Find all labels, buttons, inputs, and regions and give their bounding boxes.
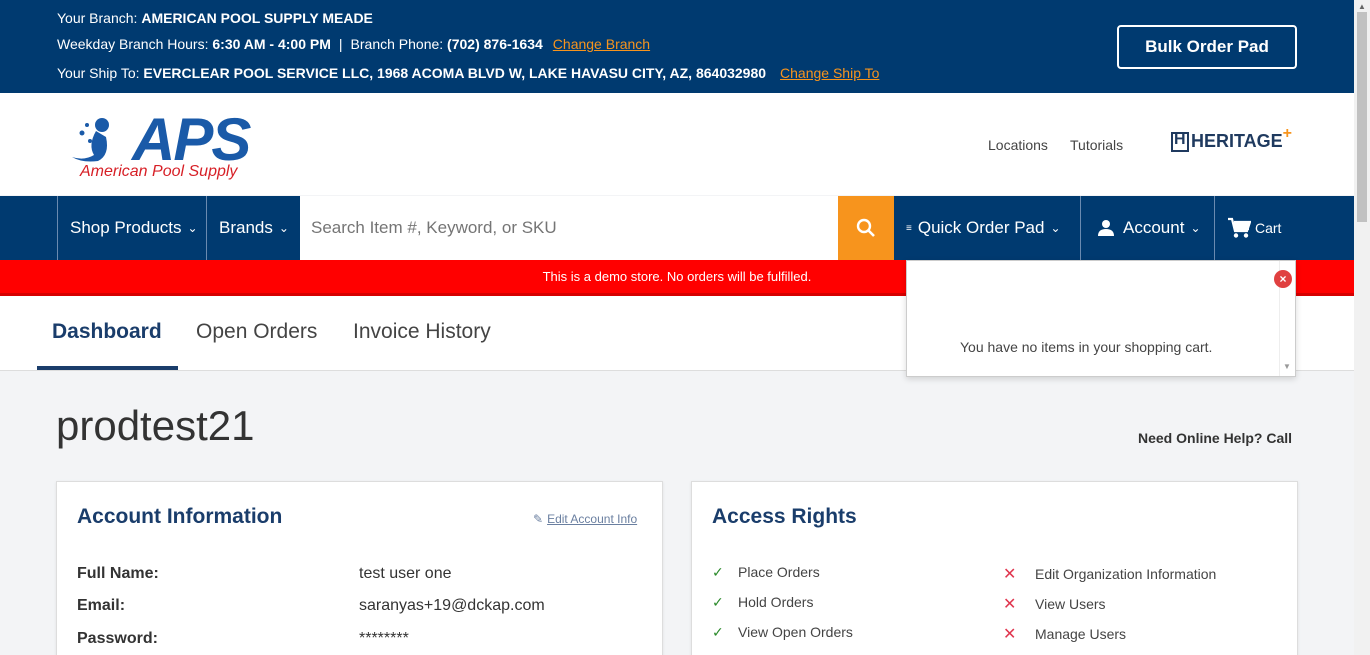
edit-account-info-link[interactable]: ✎ Edit Account Info <box>533 512 637 526</box>
checkmark-icon: ✓ <box>712 564 724 580</box>
access-right-denied: ✕ Manage Users <box>1003 624 1126 644</box>
chevron-down-icon: ⌄ <box>1190 221 1201 235</box>
cart-button[interactable]: Cart <box>1214 196 1297 260</box>
access-right-label: View Users <box>1035 596 1106 612</box>
checkmark-icon: ✓ <box>712 594 724 610</box>
shop-products-menu[interactable]: Shop Products ⌄ <box>57 196 207 260</box>
list-icon: ≡ <box>906 222 912 234</box>
email-value: saranyas+19@dckap.com <box>359 597 545 614</box>
heritage-h-icon <box>1171 131 1189 152</box>
hours-line: Weekday Branch Hours: 6:30 AM - 4:00 PM |… <box>57 36 650 52</box>
search-input[interactable] <box>300 196 838 260</box>
change-ship-to-link[interactable]: Change Ship To <box>780 65 879 81</box>
user-icon <box>1098 220 1114 236</box>
shop-products-label: Shop Products <box>70 218 182 237</box>
access-right-granted: ✓ Hold Orders <box>712 594 813 611</box>
brands-label: Brands <box>219 218 273 237</box>
x-mark-icon: ✕ <box>1003 596 1017 613</box>
pencil-icon: ✎ <box>533 512 544 526</box>
chevron-down-icon: ⌄ <box>278 221 289 235</box>
password-value: ******** <box>359 630 409 647</box>
active-tab-indicator <box>37 366 178 370</box>
change-branch-link[interactable]: Change Branch <box>553 36 650 52</box>
phone-label: Branch Phone: <box>350 36 448 52</box>
cart-label: Cart <box>1255 220 1282 236</box>
empty-cart-message: You have no items in your shopping cart. <box>960 339 1213 355</box>
hours-value: 6:30 AM - 4:00 PM <box>212 36 331 52</box>
checkmark-icon: ✓ <box>712 624 724 640</box>
branch-label: Your Branch: <box>57 10 142 26</box>
access-right-denied: ✕ View Users <box>1003 594 1106 614</box>
quick-order-label: Quick Order Pad <box>917 218 1045 237</box>
quick-order-pad-menu[interactable]: ≡ Quick Order Pad ⌄ <box>894 196 1080 260</box>
access-rights-title: Access Rights <box>712 505 857 528</box>
page-title: prodtest21 <box>56 402 255 449</box>
heritage-logo[interactable]: HERITAGE+ <box>1171 125 1292 152</box>
access-right-granted: ✓ Place Orders <box>712 564 820 581</box>
search-icon <box>856 218 875 237</box>
bulk-order-pad-button[interactable]: Bulk Order Pad <box>1117 25 1297 69</box>
chevron-down-icon: ⌄ <box>187 221 198 235</box>
tutorials-link[interactable]: Tutorials <box>1070 137 1123 153</box>
page-scrollbar[interactable]: ▲ <box>1354 0 1370 655</box>
account-menu[interactable]: Account ⌄ <box>1080 196 1214 260</box>
full-name-label: Full Name: <box>77 565 159 582</box>
tab-open-orders[interactable]: Open Orders <box>196 320 317 344</box>
mermaid-logo-icon <box>72 118 109 162</box>
branch-line: Your Branch: AMERICAN POOL SUPPLY MEADE <box>57 10 373 26</box>
access-right-label: Hold Orders <box>738 594 814 610</box>
account-information-card: Account Information ✎ Edit Account Info F… <box>56 481 663 655</box>
mini-cart-popup: You have no items in your shopping cart.… <box>906 260 1296 377</box>
scroll-up-icon[interactable]: ▲ <box>1358 2 1366 11</box>
ship-value: EVERCLEAR POOL SERVICE LLC, 1968 ACOMA B… <box>143 65 767 81</box>
locations-link[interactable]: Locations <box>988 137 1048 153</box>
email-row: Email: saranyas+19@dckap.com <box>77 597 545 615</box>
search-button[interactable] <box>838 196 894 260</box>
phone-value: (702) 876-1634 <box>447 36 543 52</box>
branch-info-bar: Your Branch: AMERICAN POOL SUPPLY MEADE … <box>0 0 1354 93</box>
tab-invoice-history[interactable]: Invoice History <box>353 320 491 344</box>
account-label: Account <box>1123 218 1185 237</box>
access-right-label: View Open Orders <box>738 624 853 640</box>
hours-label: Weekday Branch Hours: <box>57 36 213 52</box>
ship-to-line: Your Ship To: EVERCLEAR POOL SERVICE LLC… <box>57 65 879 81</box>
full-name-row: Full Name: test user one <box>77 565 452 583</box>
logo-subtitle: American Pool Supply <box>80 163 238 180</box>
full-name-value: test user one <box>359 565 452 582</box>
aps-logo[interactable]: APS American Pool Supply <box>70 106 251 185</box>
access-right-label: Place Orders <box>738 564 820 580</box>
access-right-granted: ✓ View Open Orders <box>712 624 853 641</box>
password-row: Password: ******** <box>77 630 409 648</box>
separator: | <box>338 36 343 52</box>
main-nav: Shop Products ⌄ Brands ⌄ ≡ Quick Order Pad ⌄… <box>0 196 1354 260</box>
x-mark-icon: ✕ <box>1003 566 1017 583</box>
demo-banner-text: This is a demo store. No orders will be … <box>542 269 812 284</box>
scrollbar-thumb[interactable] <box>1357 12 1367 222</box>
access-right-label: Edit Organization Information <box>1035 566 1217 582</box>
account-info-title: Account Information <box>77 505 283 528</box>
tab-dashboard[interactable]: Dashboard <box>52 320 162 344</box>
cart-icon <box>1228 217 1251 238</box>
online-help-text: Need Online Help? Call <box>1138 430 1293 446</box>
branch-value: AMERICAN POOL SUPPLY MEADE <box>141 10 373 26</box>
ship-label: Your Ship To: <box>57 65 144 81</box>
access-right-denied: ✕ Edit Organization Information <box>1003 564 1216 584</box>
access-rights-card: Access Rights ✓ Place Orders ✓ Hold Orders… <box>691 481 1298 655</box>
brands-menu[interactable]: Brands ⌄ <box>206 196 300 260</box>
x-mark-icon: ✕ <box>1003 626 1017 643</box>
close-icon[interactable]: × <box>1274 270 1292 288</box>
access-right-label: Manage Users <box>1035 626 1127 642</box>
chevron-down-icon: ⌄ <box>1050 221 1061 235</box>
heritage-plus-icon: + <box>1282 124 1293 142</box>
edit-account-label: Edit Account Info <box>547 512 638 526</box>
scroll-down-icon[interactable]: ▼ <box>1283 362 1291 371</box>
heritage-text: HERITAGE <box>1191 131 1283 151</box>
site-header: APS American Pool Supply Locations Tutor… <box>0 93 1354 195</box>
password-label: Password: <box>77 630 158 647</box>
email-label: Email: <box>77 597 126 614</box>
